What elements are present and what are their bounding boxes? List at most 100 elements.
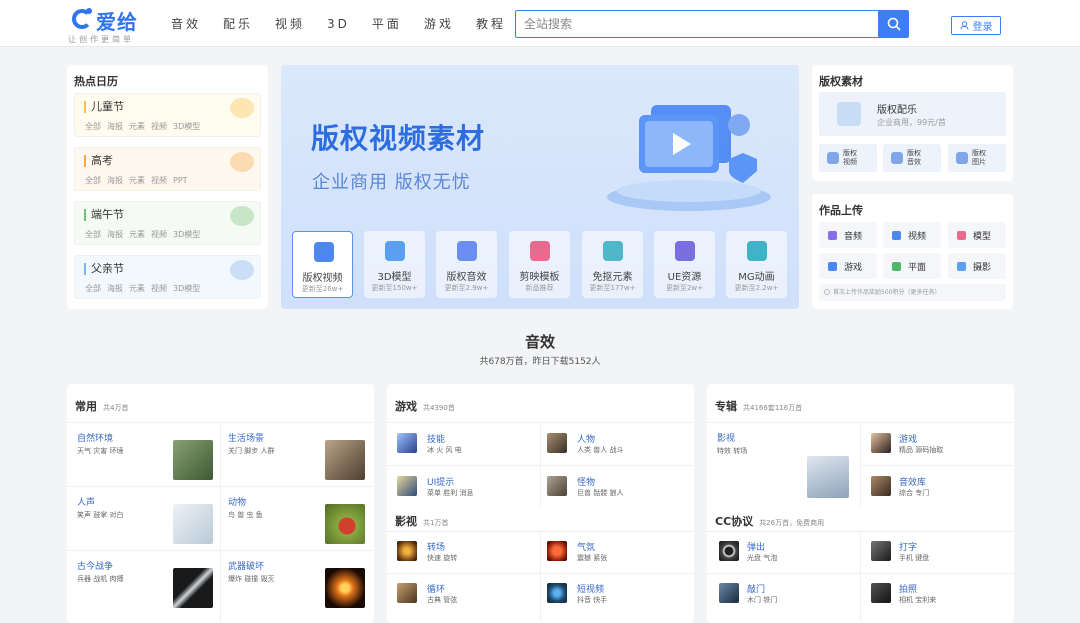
search-input[interactable] xyxy=(515,10,878,38)
upload-graphic[interactable]: 平面 xyxy=(883,253,941,279)
calendar-item[interactable]: 端午节 全部 海报 元素 视频 3D模型 xyxy=(74,201,261,245)
copyright-image-entry[interactable]: 版权图片 xyxy=(948,144,1006,172)
category-copyright-sound[interactable]: 版权音效 更新至2.9w+ xyxy=(436,231,497,298)
copyright-sound-entry[interactable]: 版权音效 xyxy=(883,144,941,172)
cc-title[interactable]: CC协议 共26万首，免费商用 xyxy=(715,513,824,529)
loop-thumbnail[interactable] xyxy=(397,583,417,603)
hero-banner[interactable]: 版权视频素材 企业商用 版权无忧 版权视频 更新至26w+ 3D模型 更新至15… xyxy=(281,65,799,309)
category-war[interactable]: 古今战争 xyxy=(77,559,113,572)
upload-video[interactable]: 视频 xyxy=(883,222,941,248)
monster-thumbnail[interactable] xyxy=(547,476,567,496)
nav-item-game[interactable]: 游戏 xyxy=(424,15,454,32)
calendar-tag[interactable]: 全部 xyxy=(85,122,101,131)
cc-knock[interactable]: 敲门 xyxy=(747,582,765,595)
ui-hint-thumbnail[interactable] xyxy=(397,476,417,496)
category-copyright-video[interactable]: 版权视频 更新至26w+ xyxy=(292,231,353,298)
calendar-tag[interactable]: 视频 xyxy=(151,230,167,239)
calendar-tag[interactable]: 海报 xyxy=(107,284,123,293)
calendar-tag[interactable]: 3D模型 xyxy=(173,284,200,293)
calendar-tag[interactable]: 海报 xyxy=(107,230,123,239)
nav-item-3d[interactable]: 3D xyxy=(327,17,350,31)
calendar-item[interactable]: 高考 全部 海报 元素 视频 PPT xyxy=(74,147,261,191)
calendar-item[interactable]: 儿童节 全部 海报 元素 视频 3D模型 xyxy=(74,93,261,137)
explosion-thumbnail[interactable] xyxy=(325,568,365,608)
album-game[interactable]: 游戏 xyxy=(899,432,917,445)
category-monster[interactable]: 怪物 xyxy=(577,475,595,488)
album-film[interactable]: 影视 xyxy=(717,431,735,444)
cc-typing[interactable]: 打字 xyxy=(899,540,917,553)
category-weapon-destruction[interactable]: 武器破坏 xyxy=(228,559,264,572)
nav-item-video[interactable]: 视频 xyxy=(275,15,305,32)
category-3d-model[interactable]: 3D模型 更新至150w+ xyxy=(364,231,425,298)
calendar-tag[interactable]: 视频 xyxy=(151,122,167,131)
game-title[interactable]: 游戏 共4390首 xyxy=(395,398,455,414)
calendar-tag[interactable]: 全部 xyxy=(85,230,101,239)
login-button[interactable]: 登录 xyxy=(951,16,1001,35)
category-skill[interactable]: 技能 xyxy=(427,432,445,445)
character-thumbnail[interactable] xyxy=(547,433,567,453)
calendar-tag[interactable]: 全部 xyxy=(85,176,101,185)
category-character[interactable]: 人物 xyxy=(577,432,595,445)
sound-library-thumbnail[interactable] xyxy=(871,476,891,496)
category-capcut-template[interactable]: 剪映模板 新品推荐 xyxy=(509,231,570,298)
calendar-tag[interactable]: 3D模型 xyxy=(173,230,200,239)
copyright-video-entry[interactable]: 版权视频 xyxy=(819,144,877,172)
cc-popup[interactable]: 弹出 xyxy=(747,540,765,553)
site-logo[interactable]: 爱给 让创作更简单 xyxy=(68,6,158,44)
ladybug-thumbnail[interactable] xyxy=(325,504,365,544)
upload-reward-note[interactable]: 首次上传作品奖励500积分（更多任务） xyxy=(819,284,1006,301)
category-transition[interactable]: 转场 xyxy=(427,540,445,553)
video-title[interactable]: 影视 共1万首 xyxy=(395,513,448,529)
nav-item-sound[interactable]: 音效 xyxy=(171,15,201,32)
nav-item-graphic[interactable]: 平面 xyxy=(372,15,402,32)
film-album-thumbnail[interactable] xyxy=(807,456,849,498)
category-natural-env[interactable]: 自然环境 xyxy=(77,431,113,444)
upload-photo[interactable]: 摄影 xyxy=(948,253,1006,279)
calendar-tag[interactable]: 视频 xyxy=(151,284,167,293)
calendar-tag[interactable]: 元素 xyxy=(129,176,145,185)
calendar-item[interactable]: 父亲节 全部 海报 元素 视频 3D模型 xyxy=(74,255,261,299)
forest-thumbnail[interactable] xyxy=(173,440,213,480)
category-loop[interactable]: 循环 xyxy=(427,582,445,595)
nav-item-tutorial[interactable]: 教程 xyxy=(476,15,506,32)
cc-photo[interactable]: 拍照 xyxy=(899,582,917,595)
copyright-music-entry[interactable]: 版权配乐 企业商用，99元/首 xyxy=(819,92,1006,136)
calendar-tag[interactable]: 元素 xyxy=(129,122,145,131)
calendar-tag[interactable]: PPT xyxy=(173,176,188,185)
sword-thumbnail[interactable] xyxy=(173,568,213,608)
category-atmosphere[interactable]: 气氛 xyxy=(577,540,595,553)
calendar-tag[interactable]: 海报 xyxy=(107,122,123,131)
album-title[interactable]: 专辑 共4166套116万首 xyxy=(715,398,802,414)
category-mg-animation[interactable]: MG动画 更新至2.2w+ xyxy=(726,231,787,298)
category-human-voice[interactable]: 人声 xyxy=(77,495,95,508)
album-sound-library[interactable]: 音效库 xyxy=(899,475,926,488)
upload-model[interactable]: 模型 xyxy=(948,222,1006,248)
upload-audio[interactable]: 音频 xyxy=(819,222,877,248)
short-video-thumbnail[interactable] xyxy=(547,583,567,603)
category-life-scene[interactable]: 生活场景 xyxy=(228,431,264,444)
calendar-tag[interactable]: 3D模型 xyxy=(173,122,200,131)
category-cutout-elements[interactable]: 免抠元素 更新至177w+ xyxy=(582,231,643,298)
calendar-tag[interactable]: 海报 xyxy=(107,176,123,185)
calendar-tag[interactable]: 元素 xyxy=(129,230,145,239)
knock-thumbnail[interactable] xyxy=(719,583,739,603)
category-ui-hint[interactable]: UI提示 xyxy=(427,475,454,488)
footsteps-thumbnail[interactable] xyxy=(325,440,365,480)
category-ue-resources[interactable]: UE资源 更新至2w+ xyxy=(654,231,715,298)
photo-thumbnail[interactable] xyxy=(871,583,891,603)
skill-thumbnail[interactable] xyxy=(397,433,417,453)
category-short-video[interactable]: 短视频 xyxy=(577,582,604,595)
calendar-tag[interactable]: 视频 xyxy=(151,176,167,185)
typing-thumbnail[interactable] xyxy=(871,541,891,561)
calendar-tag[interactable]: 全部 xyxy=(85,284,101,293)
voice-thumbnail[interactable] xyxy=(173,504,213,544)
calendar-tag[interactable]: 元素 xyxy=(129,284,145,293)
common-title[interactable]: 常用 共4万首 xyxy=(75,398,128,414)
transition-thumbnail[interactable] xyxy=(397,541,417,561)
game-album-thumbnail[interactable] xyxy=(871,433,891,453)
popup-thumbnail[interactable] xyxy=(719,541,739,561)
nav-item-music[interactable]: 配乐 xyxy=(223,15,253,32)
upload-game[interactable]: 游戏 xyxy=(819,253,877,279)
search-button[interactable] xyxy=(878,10,909,38)
atmosphere-thumbnail[interactable] xyxy=(547,541,567,561)
